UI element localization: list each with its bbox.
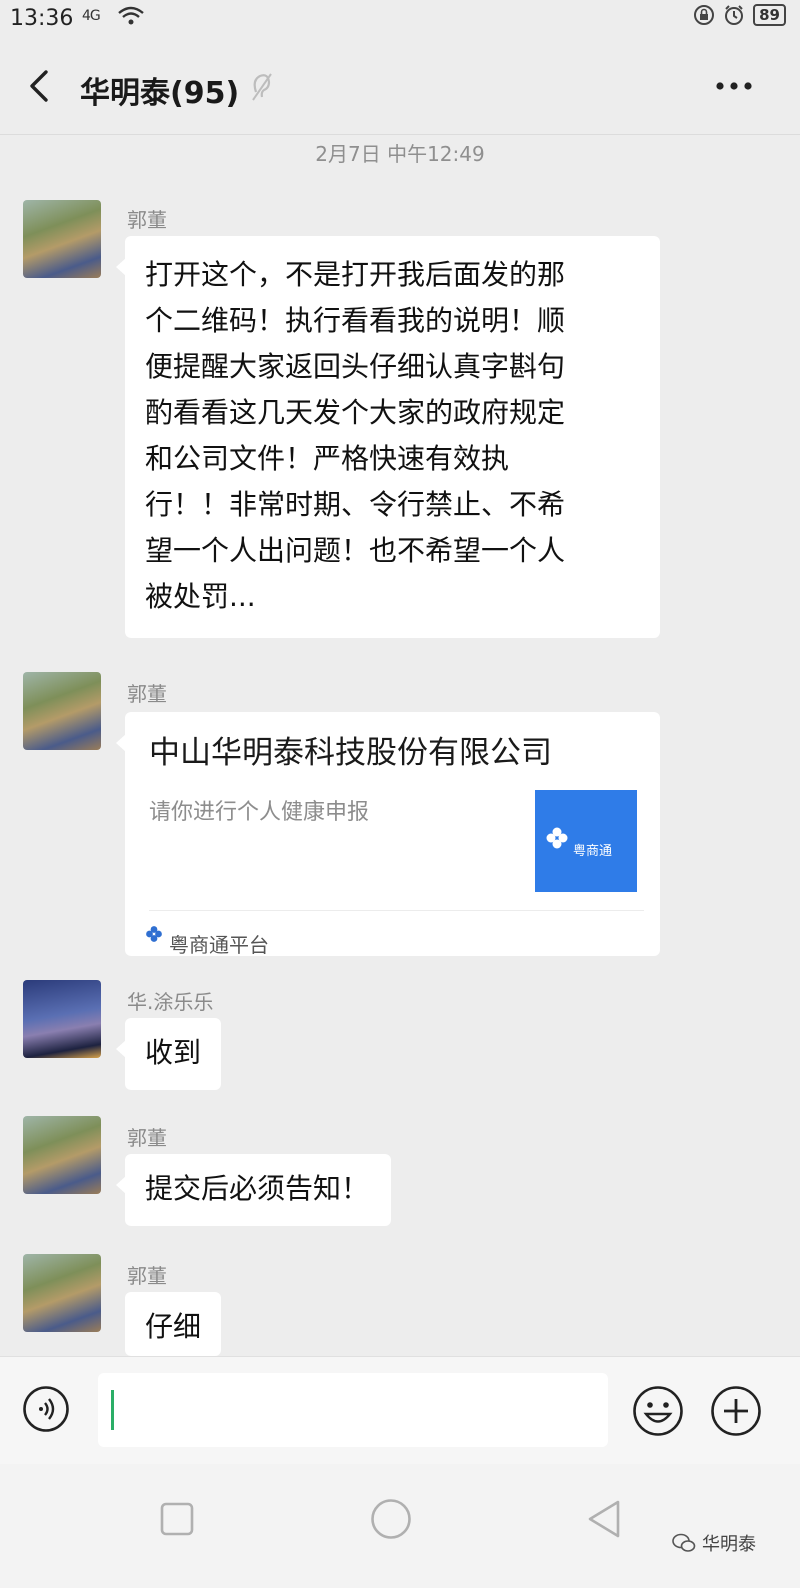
sender-name: 郭董 [127, 208, 167, 232]
card-divider [149, 910, 644, 911]
battery-level: 89 [753, 4, 786, 26]
avatar[interactable] [23, 980, 101, 1058]
message-line: 和公司文件！严格快速有效执 [145, 442, 510, 475]
card-thumb-label: 粤商通 [573, 844, 613, 859]
message-line: 个二维码！执行看看我的说明！顺 [145, 304, 566, 337]
message-bubble[interactable]: 仔细 [125, 1292, 222, 1356]
card-title: 中山华明泰科技股份有限公司 [149, 735, 552, 771]
message-input[interactable] [98, 1373, 608, 1447]
chat-header: 华明泰(95) [0, 42, 800, 135]
more-icon[interactable] [714, 68, 754, 104]
message-line: 行！！非常时期、令行禁止、不希 [145, 488, 566, 521]
status-bar: 13:36 4G 89 [0, 0, 800, 40]
input-bar [0, 1356, 800, 1465]
message-line: 被处罚... [145, 580, 256, 613]
message-bubble[interactable]: 提交后必须告知！ [115, 1154, 392, 1226]
card-source: 粤商通平台 [169, 933, 269, 957]
back-arrow-icon[interactable] [24, 66, 54, 106]
watermark: 华明泰 [672, 1530, 756, 1556]
message-bubble[interactable]: 打开这个，不是打开我后面发的那 个二维码！执行看看我的说明！顺 便提醒大家返回头… [116, 236, 660, 638]
system-nav-bar: 华明泰 [0, 1464, 800, 1588]
message-line: 打开这个，不是打开我后面发的那 [145, 258, 566, 291]
emoji-icon[interactable] [632, 1385, 684, 1437]
status-icons: 89 [693, 4, 786, 26]
message-line: 望一个人出问题！也不希望一个人 [145, 534, 566, 567]
recent-apps-icon[interactable] [160, 1502, 194, 1536]
sender-name: 郭董 [127, 1126, 167, 1150]
lock-icon [694, 5, 715, 25]
chat-title: 华明泰(95) [80, 76, 240, 111]
yueshangtong-logo-icon [546, 827, 568, 849]
nav-back-icon[interactable] [586, 1498, 622, 1540]
avatar[interactable] [23, 1116, 101, 1194]
link-card[interactable]: 中山华明泰科技股份有限公司 请你进行个人健康申报 粤商通 粤商通平台 [116, 712, 660, 957]
text-cursor [111, 1390, 114, 1430]
card-thumbnail: 粤商通 [535, 790, 637, 892]
sender-name: 华.涂乐乐 [127, 990, 214, 1014]
message-line: 酌看看这几天发个大家的政府规定 [145, 396, 566, 429]
wifi-icon [118, 6, 144, 25]
message-timestamp: 2月7日 中午12:49 [315, 142, 485, 166]
mute-icon [252, 73, 272, 101]
alarm-icon [725, 5, 744, 25]
home-icon[interactable] [370, 1498, 412, 1540]
sender-name: 郭董 [127, 682, 167, 706]
avatar[interactable] [23, 1254, 101, 1332]
avatar[interactable] [23, 672, 101, 750]
network-indicator: 4G [82, 8, 101, 24]
platform-logo-icon [146, 926, 162, 942]
message-line: 便提醒大家返回头仔细认真字斟句 [145, 350, 566, 383]
card-description: 请你进行个人健康申报 [149, 800, 370, 825]
voice-icon[interactable] [22, 1385, 70, 1433]
plus-icon[interactable] [710, 1385, 762, 1437]
wechat-icon [672, 1533, 696, 1552]
sender-name: 郭董 [127, 1264, 167, 1288]
avatar[interactable] [23, 200, 101, 278]
message-bubble[interactable]: 收到 [115, 1018, 222, 1090]
watermark-text: 华明泰 [702, 1534, 756, 1555]
status-time: 13:36 [10, 6, 74, 31]
